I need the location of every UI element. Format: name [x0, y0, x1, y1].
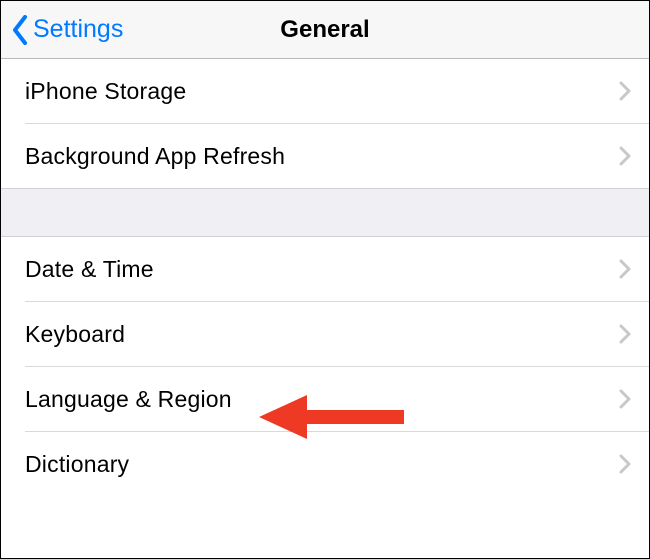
- row-label: iPhone Storage: [25, 78, 186, 105]
- back-label: Settings: [33, 15, 123, 44]
- page-title: General: [280, 16, 369, 44]
- back-button[interactable]: Settings: [1, 15, 123, 45]
- chevron-right-icon: [619, 389, 631, 409]
- row-language-region[interactable]: Language & Region: [1, 367, 649, 431]
- chevron-right-icon: [619, 146, 631, 166]
- row-iphone-storage[interactable]: iPhone Storage: [1, 59, 649, 123]
- row-keyboard[interactable]: Keyboard: [1, 302, 649, 366]
- row-label: Date & Time: [25, 256, 154, 283]
- chevron-right-icon: [619, 454, 631, 474]
- row-dictionary[interactable]: Dictionary: [1, 432, 649, 496]
- chevron-left-icon: [11, 15, 29, 45]
- navigation-bar: Settings General: [1, 1, 649, 59]
- row-label: Language & Region: [25, 386, 232, 413]
- row-label: Background App Refresh: [25, 143, 285, 170]
- chevron-right-icon: [619, 259, 631, 279]
- row-label: Keyboard: [25, 321, 125, 348]
- row-label: Dictionary: [25, 451, 129, 478]
- row-background-app-refresh[interactable]: Background App Refresh: [1, 124, 649, 188]
- settings-list: iPhone Storage Background App Refresh Da…: [1, 59, 649, 496]
- section-gap: [1, 188, 649, 237]
- chevron-right-icon: [619, 324, 631, 344]
- row-date-time[interactable]: Date & Time: [1, 237, 649, 301]
- chevron-right-icon: [619, 81, 631, 101]
